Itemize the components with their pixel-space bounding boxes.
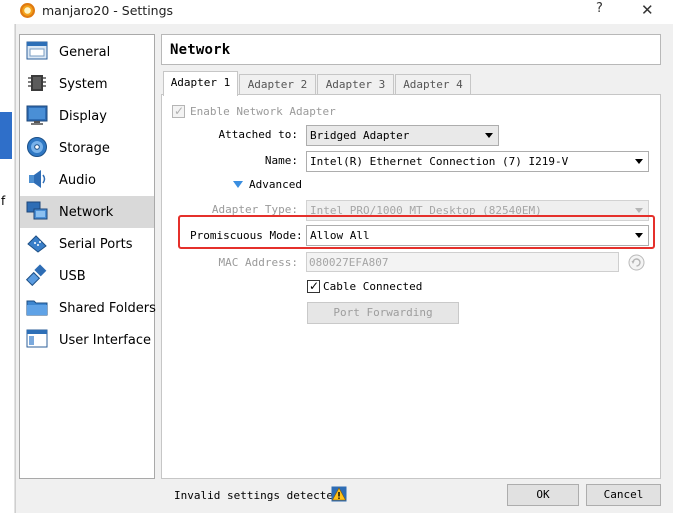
mac-address-field[interactable]: 080027EFA807 [306,252,619,272]
background-window: f [0,24,15,513]
ok-button[interactable]: OK [507,484,579,506]
attached-to-label: Attached to: [218,128,298,141]
sidebar-item-shared-folders[interactable]: Shared Folders [20,292,156,324]
sidebar-item-serial-ports[interactable]: Serial Ports [20,228,154,260]
page-title: Network [170,42,231,58]
tab-adapter-3[interactable]: Adapter 3 [317,74,394,95]
mac-address-label: MAC Address: [218,256,298,269]
system-chip-icon [28,75,46,91]
sidebar-item-label: Network [59,205,114,220]
sidebar-item-audio[interactable]: Audio [20,164,154,196]
background-window-blue-bar [0,112,12,159]
user-interface-icon [26,329,48,348]
window-title: manjaro20 - Settings [42,3,174,18]
virtualbox-app-icon [20,3,35,18]
chevron-down-icon [635,159,643,164]
chevron-down-icon [485,133,493,138]
sidebar-item-user-interface[interactable]: User Interface [20,324,154,356]
sidebar-item-storage[interactable]: Storage [20,132,154,164]
cancel-button[interactable]: Cancel [586,484,661,506]
sidebar-item-label: System [59,77,108,92]
port-forwarding-button[interactable]: Port Forwarding [307,302,459,324]
name-label: Name: [264,154,298,167]
sidebar-item-label: Serial Ports [59,237,133,252]
enable-adapter-label: Enable Network Adapter [190,105,336,118]
help-button[interactable]: ? [596,1,603,16]
background-window-text: f [1,194,6,208]
sidebar-item-label: Shared Folders [59,301,156,316]
folder-icon [26,300,48,316]
cable-connected-label: Cable Connected [323,280,423,293]
sidebar-item-label: USB [59,269,86,284]
sidebar-item-usb[interactable]: USB [20,260,154,292]
page-header: Network [161,34,661,65]
network-icon [26,201,48,220]
promiscuous-mode-highlight-box [178,215,655,249]
invalid-settings-text: Invalid settings detected [174,489,340,502]
mac-address-value: 080027EFA807 [309,256,389,269]
attached-to-value: Bridged Adapter [310,129,410,142]
close-button[interactable]: ✕ [641,1,654,19]
advanced-expand-icon[interactable] [233,181,243,188]
attached-to-select[interactable]: Bridged Adapter [306,125,499,146]
sidebar-item-label: User Interface [59,333,151,348]
advanced-toggle[interactable]: Advanced [249,178,302,191]
general-icon [26,41,48,60]
tab-adapter-2[interactable]: Adapter 2 [239,74,316,95]
title-bar: manjaro20 - Settings ? ✕ [0,0,673,24]
sidebar-item-label: General [59,45,111,60]
sidebar-item-general[interactable]: General [20,36,154,68]
sidebar-item-system[interactable]: System [20,68,154,100]
sidebar-item-display[interactable]: Display [20,100,154,132]
name-select[interactable]: Intel(R) Ethernet Connection (7) I219-V [306,151,649,172]
enable-adapter-checkbox[interactable]: ✓ [172,104,185,118]
sidebar-item-label: Display [59,109,107,124]
refresh-mac-icon[interactable] [628,254,645,271]
sidebar-item-label: Storage [59,141,110,156]
sidebar-item-network[interactable]: Network [20,196,154,228]
warning-icon[interactable] [331,486,347,502]
serial-port-icon [27,235,47,253]
checkmark-icon: ✓ [309,279,320,293]
audio-speaker-icon [29,170,46,188]
tab-adapter-1[interactable]: Adapter 1 [163,71,238,96]
checkmark-icon: ✓ [174,104,185,118]
tab-adapter-4[interactable]: Adapter 4 [395,74,471,95]
sidebar-item-label: Audio [59,173,96,188]
chevron-down-icon [635,208,643,213]
storage-disk-icon [27,137,47,157]
cable-connected-checkbox[interactable]: ✓ [307,279,320,293]
usb-icon [26,264,47,286]
display-monitor-icon [26,105,48,125]
name-value: Intel(R) Ethernet Connection (7) I219-V [310,155,569,168]
settings-sidebar: General System Display Storage Audio Net… [19,34,156,479]
